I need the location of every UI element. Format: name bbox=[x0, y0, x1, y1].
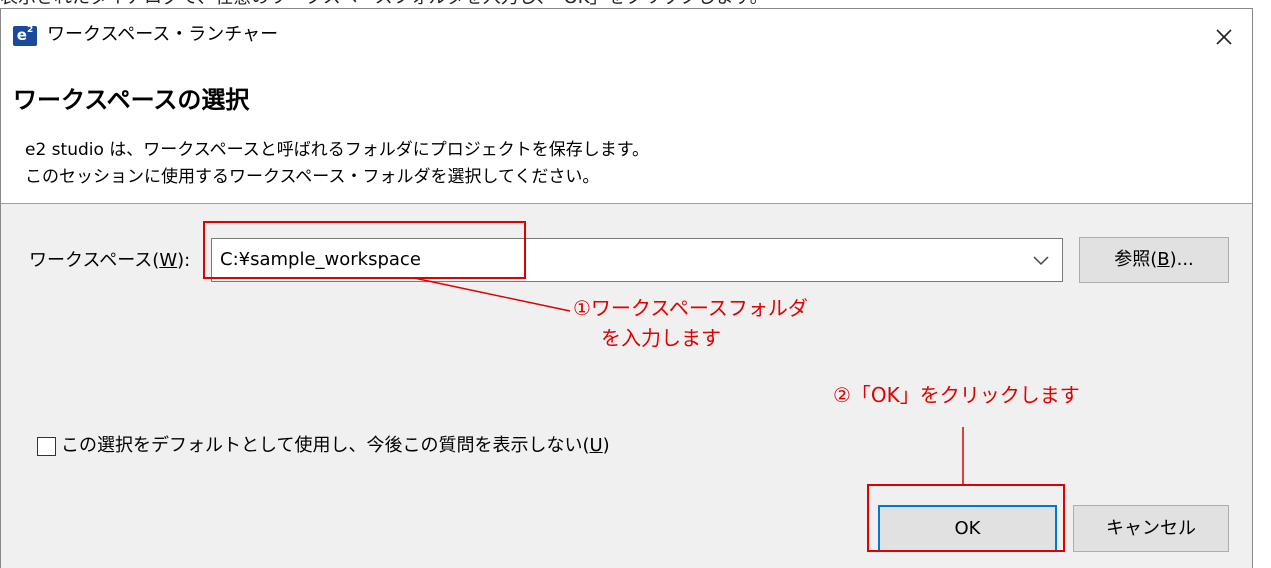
browse-button[interactable]: 参照(B)... bbox=[1079, 237, 1229, 283]
workspace-launcher-dialog: e2 ワークスペース・ランチャー ワークスペースの選択 e2 studio は、… bbox=[0, 8, 1253, 568]
workspace-label: ワークスペース(W): bbox=[29, 250, 191, 271]
annotation-note-2: ②「OK」をクリックします bbox=[833, 383, 1080, 407]
chevron-down-icon bbox=[1033, 256, 1049, 266]
dropdown-toggle[interactable] bbox=[1030, 251, 1052, 271]
workspace-combobox[interactable]: C:¥sample_workspace bbox=[211, 238, 1063, 282]
close-button[interactable] bbox=[1202, 17, 1246, 57]
ok-button[interactable]: OK bbox=[878, 505, 1057, 552]
description-line-2: このセッションに使用するワークスペース・フォルダを選択してください。 bbox=[25, 167, 600, 187]
window-title: ワークスペース・ランチャー bbox=[47, 24, 279, 45]
use-as-default-label[interactable]: この選択をデフォルトとして使用し、今後この質問を表示しない(U) bbox=[61, 434, 610, 458]
description: e2 studio は、ワークスペースと呼ばれるフォルダにプロジェクトを保存しま… bbox=[25, 137, 649, 191]
dialog-header: ワークスペースの選択 e2 studio は、ワークスペースと呼ばれるフォルダに… bbox=[1, 65, 1252, 204]
title-bar: e2 ワークスペース・ランチャー bbox=[1, 9, 1252, 65]
page-title: ワークスペースの選択 bbox=[13, 86, 250, 114]
cancel-button[interactable]: キャンセル bbox=[1073, 505, 1229, 552]
annotation-note-1: ①ワークスペースフォルダ を入力します bbox=[573, 293, 808, 353]
workspace-path-input[interactable]: C:¥sample_workspace bbox=[220, 248, 421, 272]
annotation-note-1-line-1: ①ワークスペースフォルダ bbox=[573, 296, 808, 320]
description-line-1: e2 studio は、ワークスペースと呼ばれるフォルダにプロジェクトを保存しま… bbox=[25, 140, 650, 160]
use-as-default-checkbox[interactable] bbox=[37, 437, 56, 456]
page-caption-cutoff: 表示されたダイアログで、任意のワークスペースフォルダを入力し、「OK」をクリック… bbox=[0, 0, 1271, 8]
annotation-note-1-line-2: を入力します bbox=[601, 326, 721, 350]
close-icon bbox=[1216, 29, 1232, 45]
e2-studio-app-icon: e2 bbox=[13, 26, 37, 46]
